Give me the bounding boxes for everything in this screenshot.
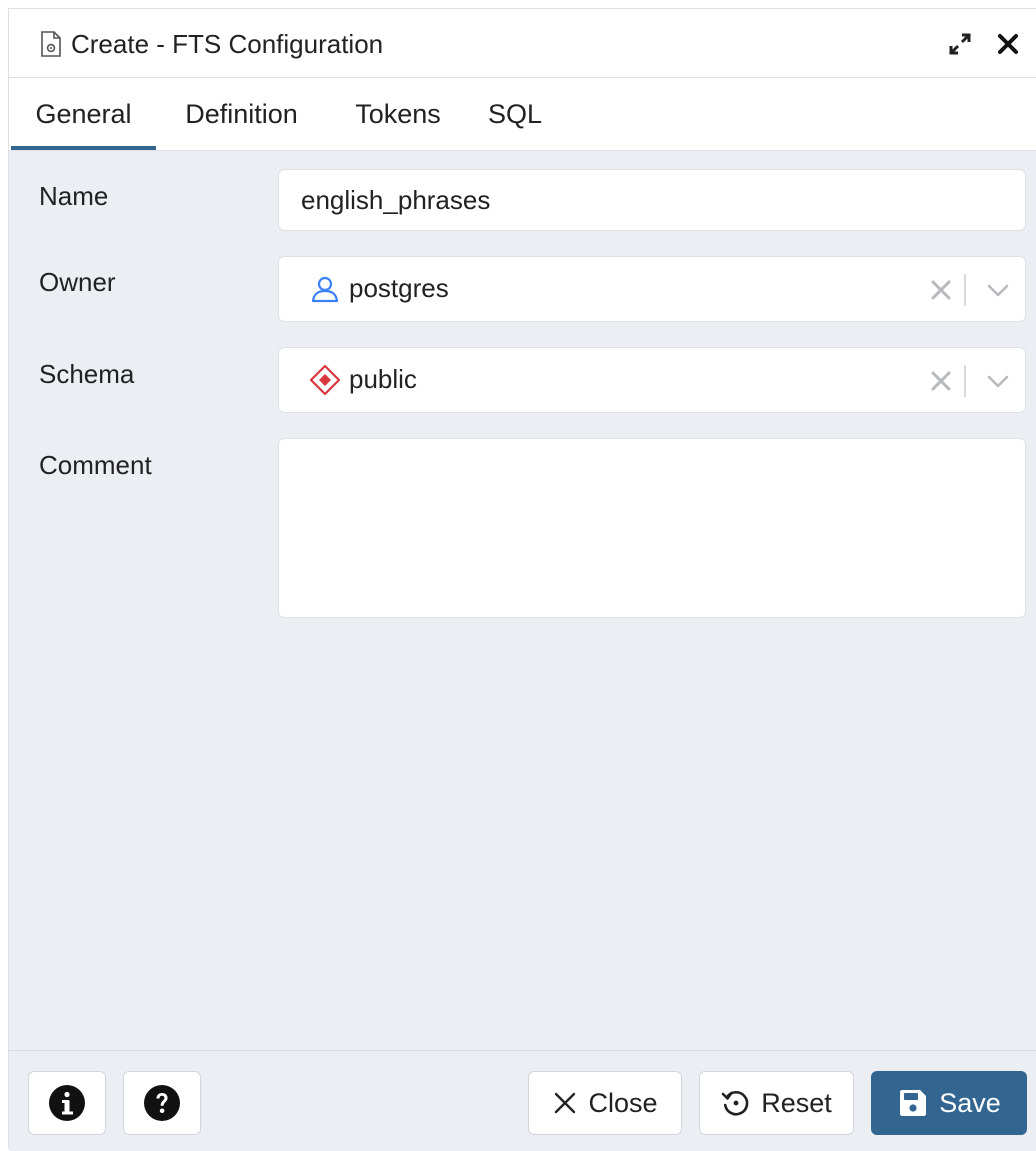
reset-button[interactable]: Reset <box>699 1071 854 1135</box>
schema-icon <box>309 364 341 396</box>
comment-label: Comment <box>39 450 152 480</box>
tab-tokens[interactable]: Tokens <box>347 78 449 150</box>
schema-label: Schema <box>39 359 135 389</box>
info-icon <box>49 1085 85 1121</box>
reset-icon <box>721 1090 749 1116</box>
reset-button-label: Reset <box>761 1087 832 1118</box>
save-button-label: Save <box>939 1087 1001 1118</box>
close-icon <box>555 1092 576 1114</box>
close-button-label: Close <box>588 1087 658 1118</box>
chevron-down-icon[interactable] <box>983 366 1013 396</box>
name-input[interactable]: english_phrases <box>278 169 1026 231</box>
dialog-titlebar: Create - FTS Configuration <box>9 9 1036 78</box>
owner-label: Owner <box>39 267 116 297</box>
help-icon <box>144 1085 180 1121</box>
owner-value: postgres <box>349 273 449 303</box>
maximize-icon[interactable] <box>945 29 975 59</box>
fts-configuration-dialog: Create - FTS Configuration General Defin… <box>8 8 1036 1151</box>
schema-select[interactable]: public <box>278 347 1026 413</box>
chevron-down-icon[interactable] <box>983 275 1013 305</box>
user-icon <box>311 276 339 303</box>
dialog-title: Create - FTS Configuration <box>71 29 384 59</box>
close-button[interactable]: Close <box>528 1071 682 1135</box>
close-icon[interactable] <box>993 29 1023 59</box>
owner-divider <box>964 274 966 306</box>
owner-select[interactable]: postgres <box>278 256 1026 322</box>
fts-configuration-icon <box>41 31 61 57</box>
tab-definition[interactable]: Definition <box>174 78 309 150</box>
tab-bar: General Definition Tokens SQL <box>9 78 1036 151</box>
dialog-footer: Close Reset Save <box>9 1050 1036 1151</box>
name-value: english_phrases <box>301 185 491 215</box>
schema-divider <box>964 365 966 397</box>
help-button[interactable] <box>123 1071 201 1135</box>
schema-value: public <box>349 364 417 394</box>
save-button[interactable]: Save <box>871 1071 1027 1135</box>
tab-sql[interactable]: SQL <box>485 78 545 150</box>
clear-schema-icon[interactable] <box>929 369 953 393</box>
clear-owner-icon[interactable] <box>929 278 953 302</box>
tab-general[interactable]: General <box>11 78 156 150</box>
name-label: Name <box>39 181 109 211</box>
comment-textarea[interactable] <box>278 438 1026 618</box>
save-icon <box>900 1090 927 1116</box>
info-button[interactable] <box>28 1071 106 1135</box>
